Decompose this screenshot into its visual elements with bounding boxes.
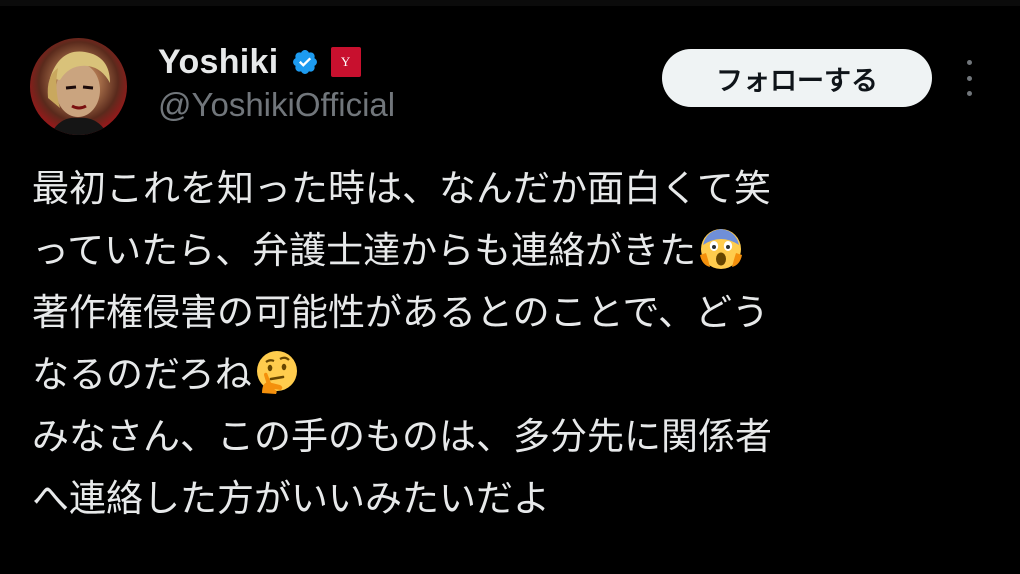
tweet-line: へ連絡した方がいいみたいだよ [32, 468, 992, 530]
more-dot [966, 75, 972, 81]
thinking-face-emoji-icon [254, 349, 300, 395]
brand-affiliate-badge-icon[interactable]: Y [330, 47, 361, 77]
tweet-line: なるのだろね [32, 344, 992, 406]
more-dot [966, 60, 972, 65]
avatar[interactable] [30, 38, 127, 135]
tweet-text: 最初これを知った時は、なんだか面白くて笑 っていたら、弁護士達からも連絡がきた … [32, 158, 992, 530]
verified-badge-icon [292, 50, 317, 74]
tweet-line-text: へ連絡した方がいいみたいだよ [32, 477, 550, 520]
tweet-line-text: なるのだろね [32, 353, 252, 396]
brand-badge-glyph: Y [340, 54, 351, 69]
more-vertical-icon[interactable] [958, 60, 980, 96]
tweet-line-text: っていたら、弁護士達からも連絡がきた [32, 229, 697, 272]
tweet-line: 著作権侵害の可能性があるとのことで、どう [32, 282, 992, 344]
more-dot [966, 91, 972, 96]
tweet-line-text: 最初これを知った時は、なんだか面白くて笑 [32, 167, 771, 210]
display-name[interactable]: Yoshiki [158, 43, 279, 82]
follow-button[interactable]: フォローする [662, 49, 932, 107]
tweet-line-text: 著作権侵害の可能性があるとのことで、どう [32, 291, 770, 334]
tweet-line: っていたら、弁護士達からも連絡がきた [32, 220, 992, 282]
author-name-row: Yoshiki Y [158, 40, 361, 84]
tweet-line: 最初これを知った時は、なんだか面白くて笑 [32, 158, 992, 220]
user-handle[interactable]: @YoshikiOfficial [158, 86, 395, 124]
face-screaming-in-fear-emoji-icon [698, 225, 744, 271]
top-divider [0, 0, 1020, 6]
tweet-line-text: みなさん、この手のものは、多分先に関係者 [32, 415, 772, 458]
tweet-line: みなさん、この手のものは、多分先に関係者 [32, 406, 992, 468]
